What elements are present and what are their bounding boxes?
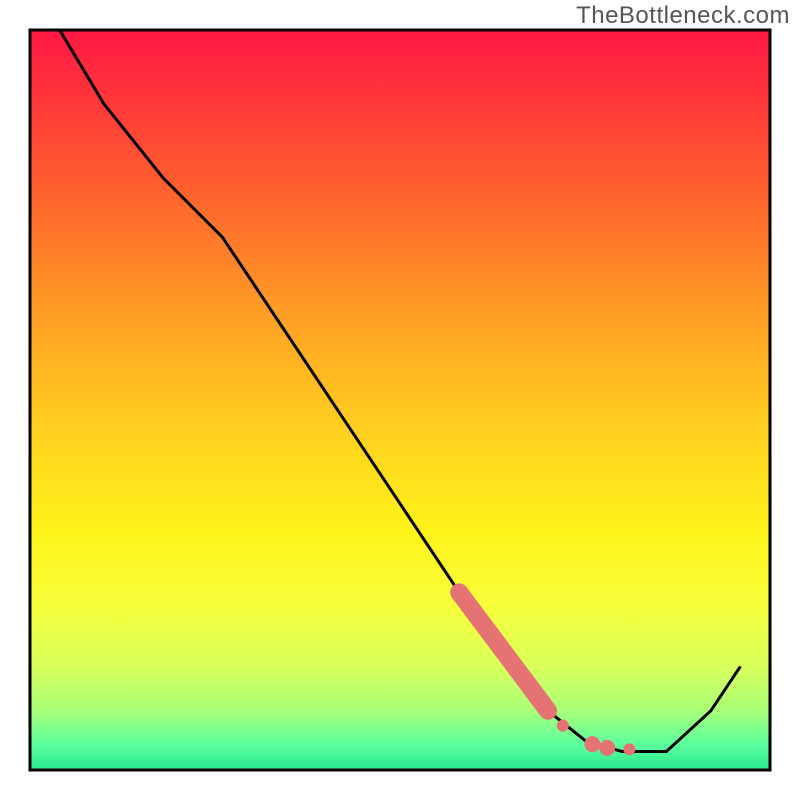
attribution-label: TheBottleneck.com <box>576 2 790 30</box>
highlight-dot <box>599 740 615 756</box>
chart-container: TheBottleneck.com <box>0 0 800 800</box>
gradient-background <box>30 30 770 770</box>
highlight-dot <box>557 720 569 732</box>
highlight-dot <box>584 736 600 752</box>
highlight-dot <box>623 743 635 755</box>
bottleneck-chart <box>0 0 800 800</box>
